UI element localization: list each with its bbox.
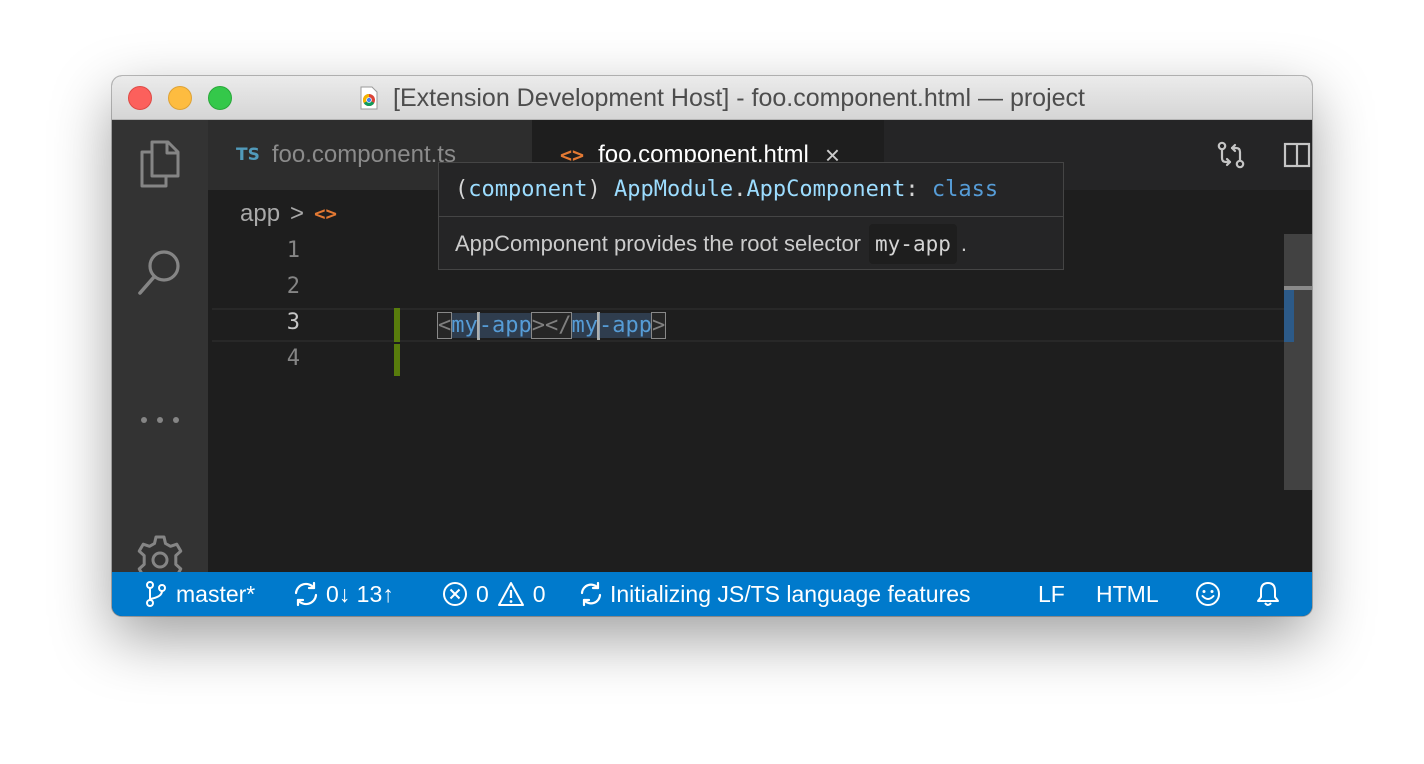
modified-line-marker[interactable] <box>394 308 400 342</box>
error-count: 0 <box>476 580 489 607</box>
language-server-progress[interactable]: Initializing JS/TS language features <box>578 572 971 616</box>
html-file-icon[interactable]: <> <box>314 203 337 225</box>
typescript-icon: TS <box>236 145 260 165</box>
sync-spin-icon <box>580 581 602 607</box>
bracket-match: < <box>436 312 453 339</box>
window-title: [Extension Development Host] - foo.compo… <box>112 76 1312 120</box>
hover-component: AppComponent <box>746 177 906 202</box>
line-number: 2 <box>286 274 300 299</box>
line-number: 3 <box>286 310 300 335</box>
tab-label: foo.component.ts <box>271 141 456 168</box>
hover-kind: component <box>468 177 588 202</box>
vscode-window: [Extension Development Host] - foo.compo… <box>112 76 1312 616</box>
tag-name: -app <box>478 313 532 338</box>
branch-status[interactable]: master* <box>144 572 255 616</box>
tag-name: my <box>451 313 478 338</box>
breadcrumb: app > <> <box>240 200 337 228</box>
sync-status[interactable]: 0↓ 13↑ <box>292 572 394 616</box>
progress-text: Initializing JS/TS language features <box>610 580 971 607</box>
sync-icon <box>294 581 318 607</box>
hover-signature: (component) AppModule.AppComponent: clas… <box>455 177 999 202</box>
end-of-line-status[interactable]: LF <box>1038 572 1065 616</box>
breadcrumb-folder[interactable]: app <box>240 200 280 228</box>
files-icon[interactable] <box>132 136 188 192</box>
search-icon[interactable] <box>132 244 188 300</box>
window-title-text: [Extension Development Host] - foo.compo… <box>393 83 1085 112</box>
line-number: 4 <box>286 346 300 371</box>
title-bar: [Extension Development Host] - foo.compo… <box>112 76 1312 120</box>
hover-tooltip: (component) AppModule.AppComponent: clas… <box>438 162 1064 270</box>
hover-documentation: AppComponent provides the root selector … <box>455 224 967 264</box>
tag-name: my <box>571 313 598 338</box>
hover-divider <box>439 216 1063 217</box>
bracket-match: ></ <box>530 312 573 339</box>
hover-keyword: class <box>931 177 999 202</box>
scroll-position-indicator <box>1284 286 1312 290</box>
ellipsis-icon[interactable] <box>132 392 188 448</box>
line-number: 1 <box>286 238 300 263</box>
notifications-bell-icon[interactable] <box>1254 572 1282 616</box>
sync-counts: 0↓ 13↑ <box>326 580 394 607</box>
activity-bar <box>112 120 208 585</box>
modified-line-marker[interactable] <box>394 344 400 376</box>
problems-status[interactable]: 0 0 <box>442 572 546 616</box>
warning-count: 0 <box>532 580 546 607</box>
error-icon <box>443 582 467 606</box>
branch-name: master* <box>176 580 256 607</box>
code-line-3[interactable]: <my-app></my-app> <box>436 309 667 343</box>
document-icon <box>360 86 378 110</box>
vertical-scrollbar[interactable] <box>1284 234 1312 490</box>
overview-ruler-marker <box>1284 290 1294 342</box>
hover-inline-code: my-app <box>869 224 957 264</box>
hover-module: AppModule <box>613 177 734 202</box>
language-mode-status[interactable]: HTML <box>1096 572 1159 616</box>
chevron-right-icon: > <box>290 200 305 227</box>
code-editor[interactable]: app > <> 1 2 3 4 <my-app></my-app> (comp… <box>208 162 1312 572</box>
open-changes-icon[interactable] <box>1214 138 1248 172</box>
feedback-smiley-icon[interactable] <box>1194 572 1222 616</box>
git-branch-icon <box>146 581 166 607</box>
status-bar: master* 0↓ 13↑ 0 0 Initializing JS/TS la… <box>112 572 1312 616</box>
tag-name: -app <box>598 313 652 338</box>
current-line-highlight <box>212 308 1292 342</box>
split-editor-icon[interactable] <box>1280 138 1312 172</box>
bracket-match: > <box>650 312 667 339</box>
warning-icon <box>497 582 524 606</box>
